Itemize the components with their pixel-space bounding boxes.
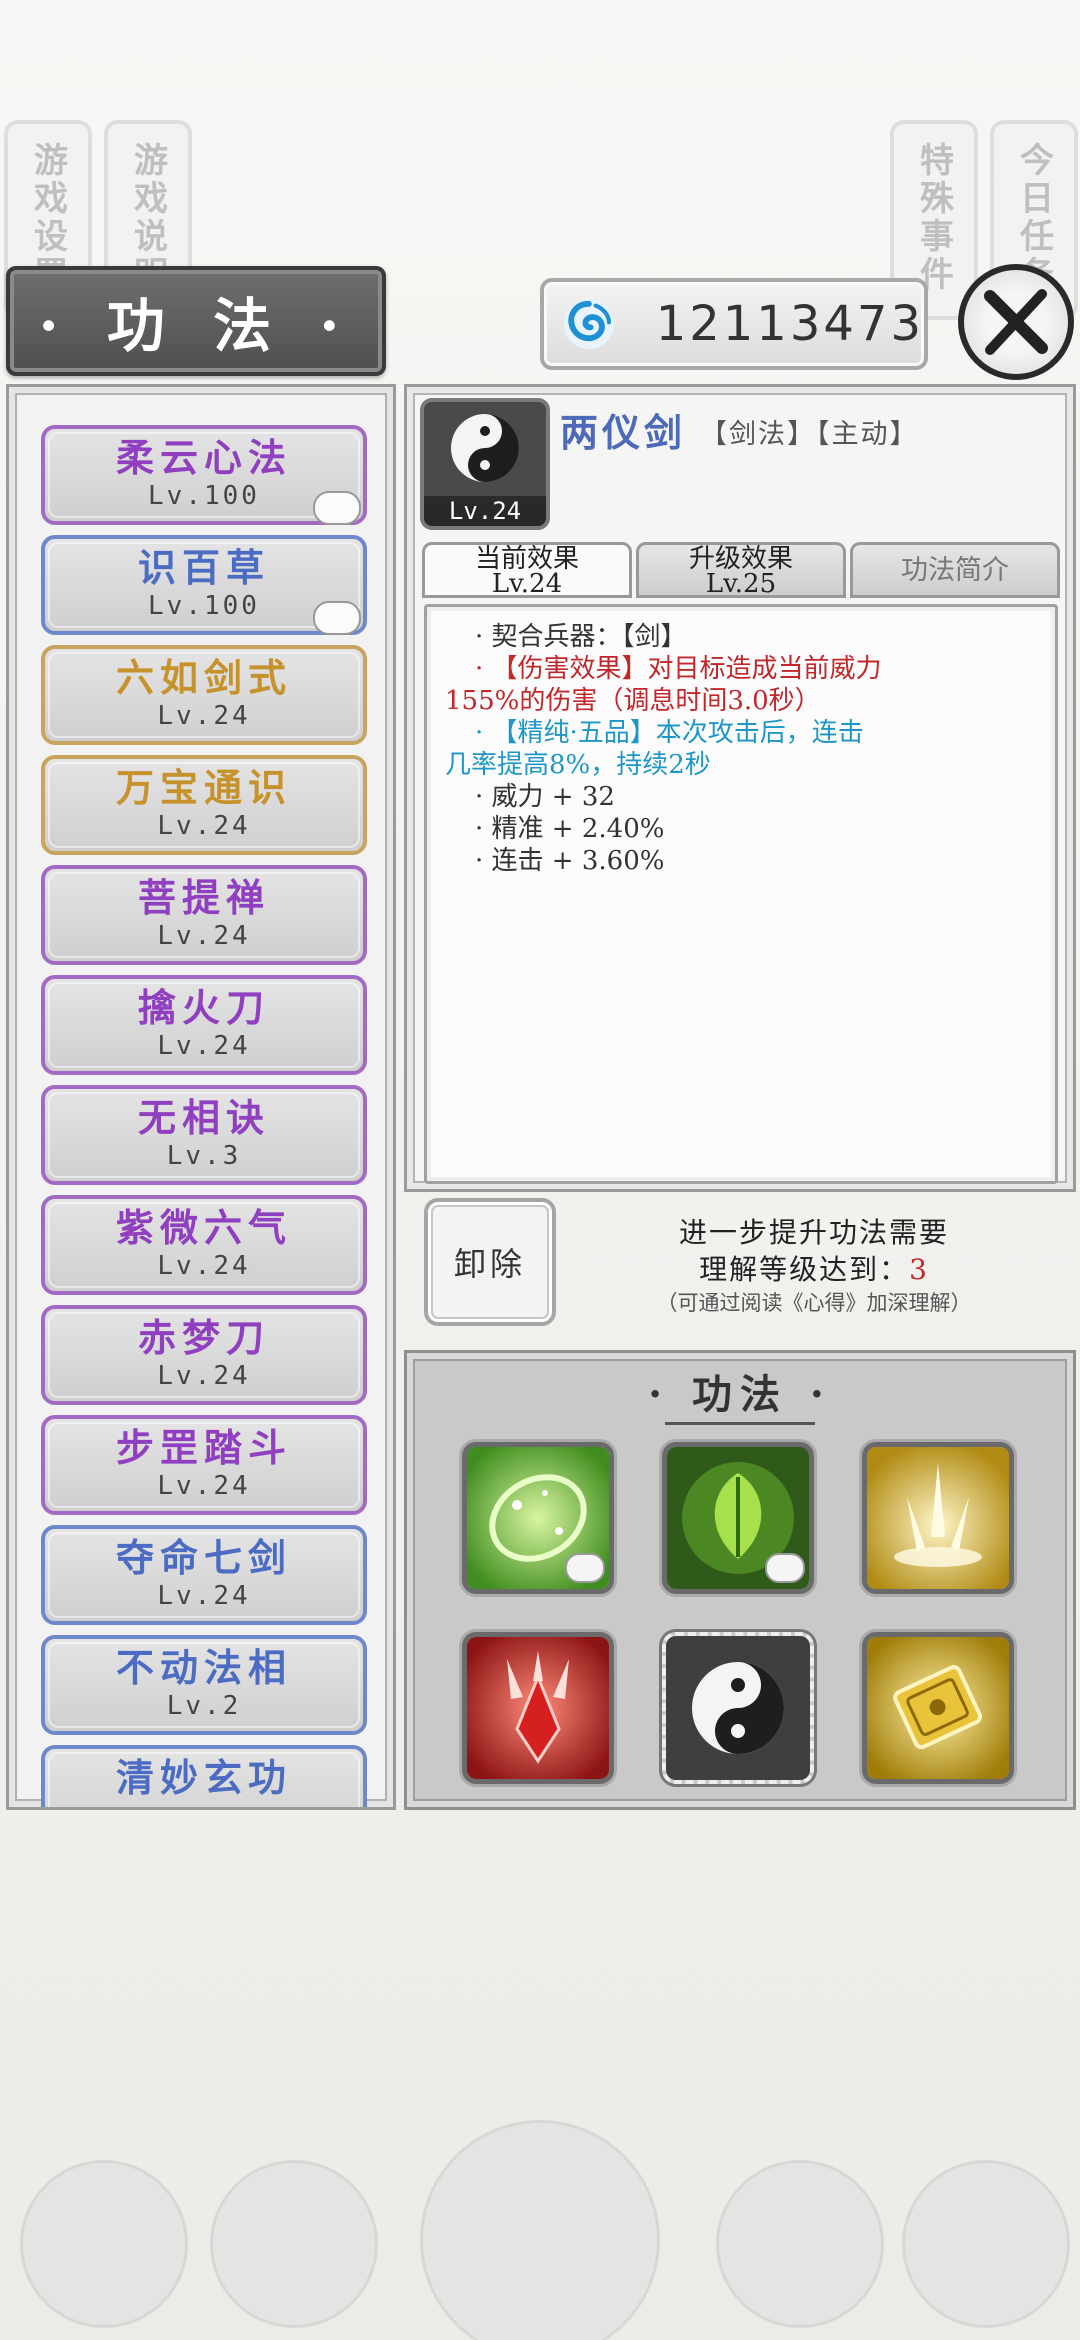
skill-name: 万宝通识 xyxy=(115,765,292,810)
tab-skill-intro-label: 功法简介 xyxy=(901,555,1009,586)
skill-level: Lv.24 xyxy=(157,921,251,951)
skill-name: 无相诀 xyxy=(137,1095,270,1140)
nav-bag-icon xyxy=(20,2160,188,2328)
skill-list-item[interactable]: 柔云心法 Lv.100 xyxy=(41,425,367,525)
skill-name: 夺命七剑 xyxy=(115,1535,292,1580)
skill-name: 六如剑式 xyxy=(115,655,292,700)
skill-list-item[interactable]: 识百草 Lv.100 xyxy=(41,535,367,635)
skill-list-item[interactable]: 万宝通识 Lv.24 xyxy=(41,755,367,855)
skill-name: 擒火刀 xyxy=(137,985,270,1030)
nav-scroll-icon xyxy=(902,2160,1070,2328)
skill-scroll-badge-icon xyxy=(313,601,361,635)
equip-slot-6[interactable] xyxy=(862,1632,1014,1784)
skill-level: Lv.24 xyxy=(157,1471,251,1501)
skill-name: 识百草 xyxy=(137,545,270,590)
skill-list-item[interactable]: 无相诀 Lv.3 xyxy=(41,1085,367,1185)
upgrade-requirement-line2: 理解等级达到：3 xyxy=(574,1252,1054,1288)
spirit-swirl-icon xyxy=(563,298,615,350)
tab-skill-intro[interactable]: 功法简介 xyxy=(850,542,1060,598)
skill-level: Lv.24 xyxy=(157,811,251,841)
golden-scroll-icon xyxy=(867,1637,1009,1779)
equip-slot-3[interactable] xyxy=(862,1442,1014,1594)
selected-skill-level: Lv.24 xyxy=(424,496,546,526)
skill-list-item[interactable]: 六如剑式 Lv.24 xyxy=(41,645,367,745)
skill-level: Lv.3 xyxy=(166,1141,242,1171)
upgrade-requirement-line1: 进一步提升功法需要 xyxy=(678,1216,949,1249)
currency-display: 12113473 xyxy=(540,278,928,370)
skill-name: 紫微六气 xyxy=(115,1205,292,1250)
effect-stat-power: · 威力 + 32 xyxy=(475,782,615,812)
effect-weapon: · 契合兵器：【剑】 xyxy=(475,622,687,652)
golden-swords-icon xyxy=(867,1447,1009,1589)
skill-list-item[interactable]: 擒火刀 Lv.24 xyxy=(41,975,367,1075)
skill-level: Lv.24 xyxy=(157,701,251,731)
effect-description: · 契合兵器：【剑】 · 【伤害效果】对目标造成当前威力 155%的伤害（调息时… xyxy=(424,604,1058,1184)
equip-slot-4[interactable] xyxy=(462,1632,614,1784)
effect-pure-line2: 几率提高8%，持续2秒 xyxy=(445,750,711,780)
skill-name: 步罡踏斗 xyxy=(115,1425,292,1470)
equip-slot-1-badge xyxy=(565,1553,605,1583)
selected-skill-tags: 【剑法】【主动】 xyxy=(700,419,919,450)
currency-amount: 12113473 xyxy=(655,296,924,352)
red-crystal-icon xyxy=(467,1637,609,1779)
skill-list-item[interactable]: 不动法相 Lv.2 xyxy=(41,1635,367,1735)
detail-tabs: 当前效果 Lv.24 升级效果 Lv.25 功法简介 xyxy=(422,542,1060,598)
nav-coin-icon xyxy=(210,2160,378,2328)
tab-upgrade-effect[interactable]: 升级效果 Lv.25 xyxy=(636,542,846,598)
skill-list-item[interactable]: 菩提禅 Lv.24 xyxy=(41,865,367,965)
tab-current-effect-level: Lv.24 xyxy=(491,569,563,599)
skill-scroll-badge-icon xyxy=(313,491,361,525)
equipped-skills-title: · 功法 · xyxy=(404,1362,1076,1425)
upgrade-requirement-prefix: 理解等级达到： xyxy=(699,1253,910,1286)
skill-level: Lv.24 xyxy=(157,1361,251,1391)
equip-slot-2[interactable] xyxy=(662,1442,814,1594)
skill-list-item[interactable]: 紫微六气 Lv.24 xyxy=(41,1195,367,1295)
skill-list-panel: 柔云心法 Lv.100 识百草 Lv.100 六如剑式 Lv.24 万宝通识 Lv.24 菩提禅… xyxy=(6,384,396,1810)
nav-battle-icon xyxy=(420,2120,660,2340)
effect-damage-line2: 155%的伤害（调息时间3.0秒） xyxy=(445,686,821,716)
effect-pure-line1: · 【精纯·五品】本次攻击后，连击 xyxy=(475,718,864,748)
close-x-icon xyxy=(984,289,1048,355)
selected-skill-name: 两仪剑 xyxy=(560,410,687,455)
nav-character-icon xyxy=(716,2160,884,2328)
tab-upgrade-effect-level: Lv.25 xyxy=(705,569,777,599)
upgrade-requirement-value: 3 xyxy=(909,1253,929,1286)
skill-level: Lv.2 xyxy=(166,1691,242,1721)
skill-list-item[interactable]: 夺命七剑 Lv.24 xyxy=(41,1525,367,1625)
skill-name: 清妙玄功 xyxy=(115,1755,292,1800)
effect-damage-line1: · 【伤害效果】对目标造成当前威力 xyxy=(475,654,882,684)
yin-yang-icon xyxy=(666,1636,810,1780)
close-button[interactable] xyxy=(958,264,1074,380)
effect-stat-combo: · 连击 + 3.60% xyxy=(475,846,665,876)
upgrade-requirement: 进一步提升功法需要 理解等级达到：3 （可通过阅读《心得》加深理解） xyxy=(574,1214,1054,1318)
unload-button[interactable]: 卸除 xyxy=(424,1198,556,1326)
skill-name: 柔云心法 xyxy=(115,435,292,480)
equip-slot-2-badge xyxy=(765,1553,805,1583)
page-title: · 功 法 · xyxy=(6,266,386,376)
bottom-navigation-faded xyxy=(0,2080,1080,2340)
skill-level: Lv.24 xyxy=(157,1031,251,1061)
equip-slot-5-selected[interactable] xyxy=(662,1632,814,1784)
skill-level: Lv.24 xyxy=(157,1251,251,1281)
effect-stat-accuracy: · 精准 + 2.40% xyxy=(475,814,665,844)
skill-name: 赤梦刀 xyxy=(137,1315,270,1360)
equip-slot-1[interactable] xyxy=(462,1442,614,1594)
skill-level: Lv.24 xyxy=(157,1581,251,1611)
tab-current-effect[interactable]: 当前效果 Lv.24 xyxy=(422,542,632,598)
skill-name: 菩提禅 xyxy=(137,875,270,920)
page-title-text: · 功 法 · xyxy=(38,292,354,360)
skill-name: 不动法相 xyxy=(115,1645,292,1690)
skill-list-item[interactable]: 步罡踏斗 Lv.24 xyxy=(41,1415,367,1515)
yin-yang-icon xyxy=(424,402,546,502)
skill-list[interactable]: 柔云心法 Lv.100 识百草 Lv.100 六如剑式 Lv.24 万宝通识 Lv.24 菩提禅… xyxy=(41,425,367,1807)
upgrade-requirement-hint: （可通过阅读《心得》加深理解） xyxy=(656,1291,972,1315)
selected-skill-icon: Lv.24 xyxy=(420,398,550,530)
skill-list-item[interactable]: 清妙玄功 xyxy=(41,1745,367,1807)
skill-list-item[interactable]: 赤梦刀 Lv.24 xyxy=(41,1305,367,1405)
